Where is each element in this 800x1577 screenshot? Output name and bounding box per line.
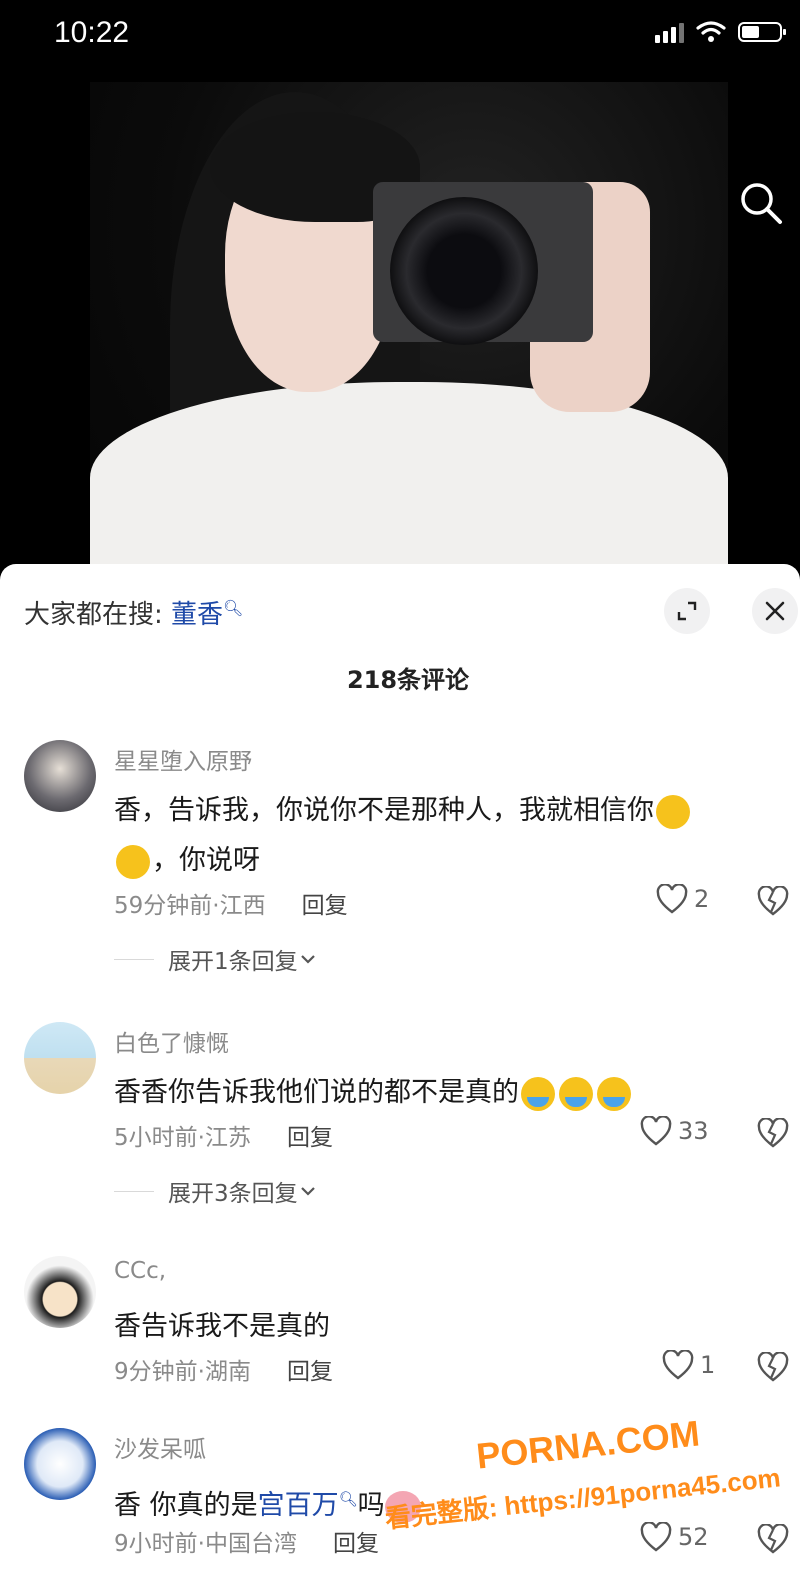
expand-replies[interactable]: 展开1条回复: [114, 942, 318, 976]
reply-button[interactable]: 回复: [287, 1359, 333, 1385]
comment-username[interactable]: 沙发呆呱: [114, 1430, 206, 1464]
heart-icon: [640, 1116, 672, 1146]
broken-heart-icon[interactable]: [756, 886, 790, 916]
battery-icon: [738, 22, 786, 42]
broken-heart-icon[interactable]: [756, 1524, 790, 1554]
search-link[interactable]: 宫百万: [258, 1490, 339, 1521]
comment-time: 5小时前·江苏: [114, 1125, 251, 1151]
signal-icon: [655, 21, 684, 43]
pig-emoji-icon: [384, 1490, 421, 1523]
expand-button[interactable]: [664, 588, 710, 634]
sob-emoji-icon: [521, 1076, 555, 1111]
broken-heart-icon[interactable]: [756, 1352, 790, 1382]
comment-meta: 59分钟前·江西 回复: [114, 886, 348, 920]
like-button[interactable]: 33: [640, 1116, 709, 1146]
reply-button[interactable]: 回复: [287, 1125, 333, 1151]
comment-text-part: 香香你告诉我他们说的都不是真的: [114, 1077, 519, 1108]
sob-emoji-icon: [559, 1076, 593, 1111]
close-button[interactable]: [752, 588, 798, 634]
like-count: 33: [678, 1117, 709, 1145]
comment-text-part: 香 你真的是: [114, 1490, 258, 1521]
comment-meta: 9分钟前·湖南 回复: [114, 1352, 333, 1386]
like-count: 2: [694, 885, 710, 913]
reply-button[interactable]: 回复: [333, 1531, 379, 1557]
comment-text: 香告诉我不是真的: [114, 1302, 754, 1352]
chevron-down-icon: [300, 1187, 315, 1196]
crying-emoji-icon: [656, 794, 690, 829]
expand-icon: [677, 601, 697, 621]
broken-heart-icon[interactable]: [756, 1118, 790, 1148]
comment-text: 香香你告诉我他们说的都不是真的: [114, 1068, 754, 1118]
like-button[interactable]: 52: [640, 1522, 709, 1552]
avatar[interactable]: [24, 1428, 96, 1500]
hot-search-term[interactable]: 董香: [171, 600, 223, 630]
comment-time: 9分钟前·湖南: [114, 1359, 251, 1385]
expand-replies-label: 展开1条回复: [168, 949, 298, 975]
sob-emoji-icon: [597, 1076, 631, 1111]
status-icons: [655, 20, 786, 44]
wifi-icon: [696, 21, 726, 42]
chevron-down-icon: [300, 955, 315, 964]
comment-username[interactable]: 星星堕入原野: [114, 742, 252, 776]
like-button[interactable]: 1: [662, 1350, 715, 1380]
close-icon: [765, 601, 785, 621]
like-button[interactable]: 2: [656, 884, 709, 914]
like-count: 52: [678, 1523, 709, 1551]
comment-text-part: 吗: [357, 1490, 385, 1521]
small-search-icon: 🔍︎: [338, 1490, 358, 1508]
comment-username[interactable]: 白色了慷慨: [114, 1024, 229, 1058]
like-count: 1: [700, 1351, 716, 1379]
heart-icon: [656, 884, 688, 914]
comment-time: 9小时前·中国台湾: [114, 1531, 297, 1557]
heart-icon: [662, 1350, 694, 1380]
avatar[interactable]: [24, 740, 96, 812]
status-bar: 10:22: [0, 0, 800, 80]
comment-text-part: 香告诉我不是真的: [114, 1311, 330, 1342]
comment-text-part: ，你说呀: [152, 845, 260, 876]
comment-meta: 5小时前·江苏 回复: [114, 1118, 333, 1152]
comment-count: 218条评论: [346, 666, 470, 694]
crying-emoji-icon: [116, 844, 150, 879]
video-frame: [90, 82, 728, 570]
expand-replies-label: 展开3条回复: [168, 1181, 298, 1207]
avatar[interactable]: [24, 1256, 96, 1328]
comment-text: 香，告诉我，你说你不是那种人，我就相信你 ，你说呀: [114, 786, 754, 886]
hot-search-prefix: 大家都在搜:: [24, 600, 163, 630]
search-icon[interactable]: [738, 180, 784, 226]
comment-text-part: 香，告诉我，你说你不是那种人，我就相信你: [114, 795, 654, 826]
reply-button[interactable]: 回复: [302, 893, 348, 919]
comments-sheet: 大家都在搜: 董香🔍︎ 218条评论 星星堕入原野 香，告诉我，你说你不是那种人…: [0, 564, 800, 1577]
comment-meta: 9小时前·中国台湾 回复: [114, 1524, 379, 1558]
status-time: 10:22: [54, 16, 130, 49]
comment-time: 59分钟前·江西: [114, 893, 266, 919]
heart-icon: [640, 1522, 672, 1552]
hot-search[interactable]: 大家都在搜: 董香🔍︎: [24, 594, 243, 631]
small-search-icon: 🔍︎: [223, 598, 244, 618]
expand-replies[interactable]: 展开3条回复: [114, 1174, 318, 1208]
video-area[interactable]: [0, 80, 800, 570]
avatar[interactable]: [24, 1022, 96, 1094]
comment-username[interactable]: CCc,: [114, 1258, 166, 1284]
